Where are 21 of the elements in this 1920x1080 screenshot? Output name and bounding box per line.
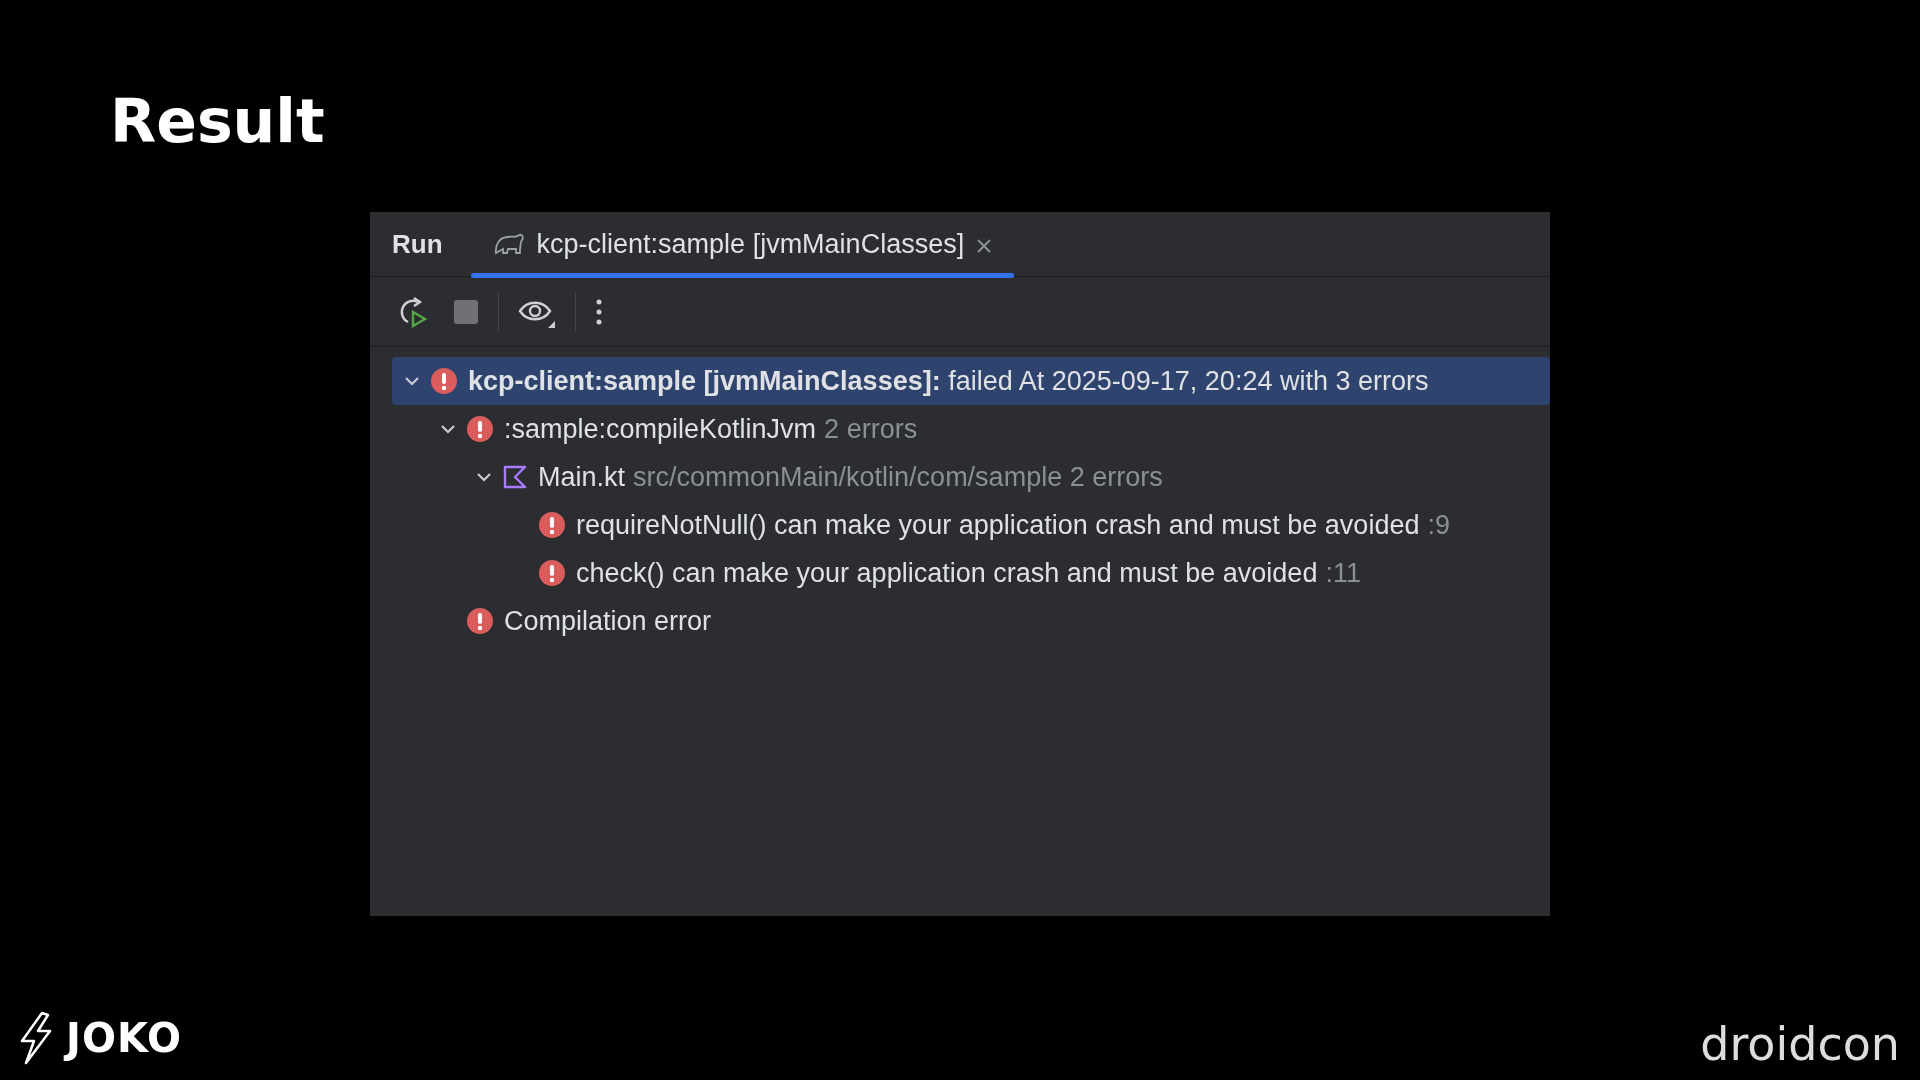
bolt-icon: [18, 1011, 54, 1065]
tree-row[interactable]: check() can make your application crash and must be avoided :11: [392, 549, 1550, 597]
error-icon: [538, 559, 566, 587]
tree-row[interactable]: kcp-client:sample [jvmMainClasses]: failed At 2025-09-17, 20:24 with 3 errors: [392, 357, 1550, 405]
elephant-icon: [492, 231, 525, 257]
tree-row[interactable]: Main.kt src/commonMain/kotlin/com/sample 2 errors: [392, 453, 1550, 501]
error-icon: [538, 511, 566, 539]
tree-row[interactable]: requireNotNull() can make your application crash and must be avoided :9: [392, 501, 1550, 549]
slide-title: Result: [110, 88, 325, 154]
error-icon: [466, 415, 494, 443]
chevron-icon[interactable]: [440, 424, 456, 434]
kotlin-file-icon: [502, 464, 528, 490]
run-tab[interactable]: kcp-client:sample [jvmMainClasses]: [470, 212, 1015, 276]
tree-row[interactable]: Compilation error: [392, 597, 1550, 645]
chevron-icon[interactable]: [404, 376, 420, 386]
chevron-icon[interactable]: [476, 472, 492, 482]
tree-row[interactable]: :sample:compileKotlinJvm 2 errors: [392, 405, 1550, 453]
panel-title: Run: [392, 227, 443, 261]
error-icon: [430, 367, 458, 395]
logo-text: droidcon: [1700, 1016, 1900, 1073]
error-icon: [466, 607, 494, 635]
